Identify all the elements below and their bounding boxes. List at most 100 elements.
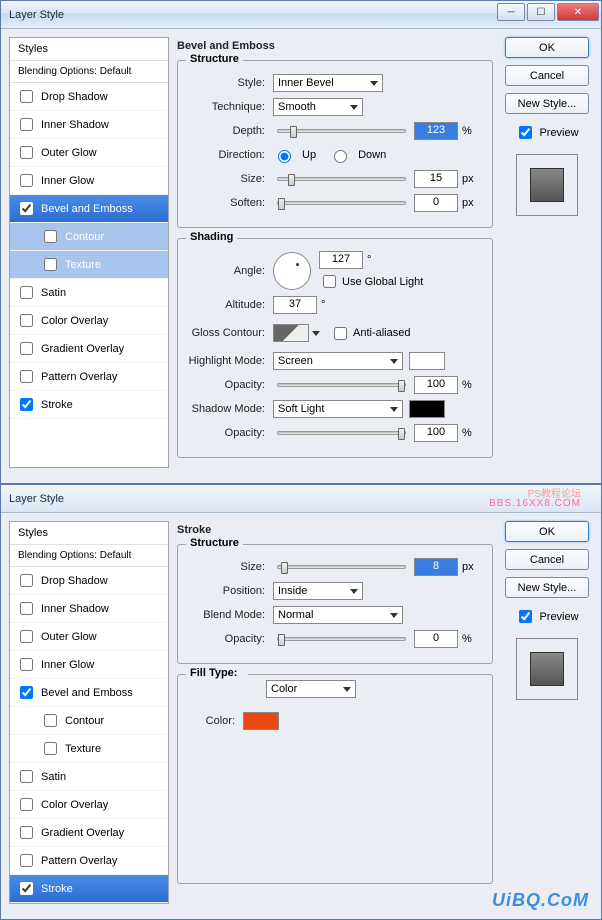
style-item-inner-glow[interactable]: Inner Glow xyxy=(10,651,168,679)
gloss-contour-picker[interactable] xyxy=(273,324,309,342)
style-item-inner-glow[interactable]: Inner Glow xyxy=(10,167,168,195)
shadow-mode-dropdown[interactable]: Soft Light xyxy=(273,400,403,418)
global-light-checkbox[interactable]: Use Global Light xyxy=(319,272,423,291)
style-item-texture[interactable]: Texture xyxy=(10,735,168,763)
checkbox[interactable] xyxy=(44,742,57,755)
technique-dropdown[interactable]: Smooth xyxy=(273,98,363,116)
highlight-mode-dropdown[interactable]: Screen xyxy=(273,352,403,370)
anti-aliased-checkbox[interactable] xyxy=(334,327,347,340)
style-item-inner-shadow[interactable]: Inner Shadow xyxy=(10,111,168,139)
shadow-color-swatch[interactable] xyxy=(409,400,445,418)
checkbox[interactable] xyxy=(20,118,33,131)
direction-up-radio[interactable] xyxy=(278,150,291,163)
stroke-color-swatch[interactable] xyxy=(243,712,279,730)
position-dropdown[interactable]: Inside xyxy=(273,582,363,600)
style-item-inner-shadow[interactable]: Inner Shadow xyxy=(10,595,168,623)
checkbox[interactable] xyxy=(20,770,33,783)
checkbox[interactable] xyxy=(44,258,57,271)
checkbox[interactable] xyxy=(20,882,33,895)
checkbox[interactable] xyxy=(20,686,33,699)
style-item-satin[interactable]: Satin xyxy=(10,763,168,791)
style-item-pattern-overlay[interactable]: Pattern Overlay xyxy=(10,363,168,391)
altitude-input[interactable]: 37 xyxy=(273,296,317,314)
close-button[interactable]: ✕ xyxy=(557,3,599,21)
opacity-input[interactable]: 0 xyxy=(414,630,458,648)
checkbox[interactable] xyxy=(20,798,33,811)
style-item-drop-shadow[interactable]: Drop Shadow xyxy=(10,83,168,111)
checkbox[interactable] xyxy=(20,630,33,643)
opacity-slider[interactable] xyxy=(277,637,406,641)
checkbox[interactable] xyxy=(20,314,33,327)
checkbox[interactable] xyxy=(20,602,33,615)
checkbox[interactable] xyxy=(20,826,33,839)
shadow-opacity-input[interactable]: 100 xyxy=(414,424,458,442)
blending-options-header[interactable]: Blending Options: Default xyxy=(10,61,168,83)
titlebar[interactable]: Layer Style PS教程论坛 BBS.16XX8.COM xyxy=(1,485,601,513)
blend-mode-dropdown[interactable]: Normal xyxy=(273,606,403,624)
checkbox[interactable] xyxy=(20,202,33,215)
checkbox[interactable] xyxy=(20,370,33,383)
size-slider[interactable] xyxy=(277,177,406,181)
preview-checkbox[interactable]: Preview xyxy=(515,607,578,626)
angle-input[interactable]: 127 xyxy=(319,251,363,269)
checkbox[interactable] xyxy=(44,714,57,727)
checkbox[interactable] xyxy=(20,574,33,587)
size-slider[interactable] xyxy=(277,565,406,569)
checkbox[interactable] xyxy=(20,854,33,867)
style-item-bevel-emboss[interactable]: Bevel and Emboss xyxy=(10,679,168,707)
ok-button[interactable]: OK xyxy=(505,521,589,542)
new-style-button[interactable]: New Style... xyxy=(505,93,589,114)
new-style-button[interactable]: New Style... xyxy=(505,577,589,598)
maximize-button[interactable]: ☐ xyxy=(527,3,555,21)
checkbox[interactable] xyxy=(20,90,33,103)
depth-input[interactable]: 123 xyxy=(414,122,458,140)
style-item-drop-shadow[interactable]: Drop Shadow xyxy=(10,567,168,595)
style-item-gradient-overlay[interactable]: Gradient Overlay xyxy=(10,335,168,363)
checkbox[interactable] xyxy=(20,174,33,187)
style-item-stroke[interactable]: Stroke xyxy=(10,391,168,419)
style-item-satin[interactable]: Satin xyxy=(10,279,168,307)
minimize-button[interactable]: ─ xyxy=(497,3,525,21)
style-item-outer-glow[interactable]: Outer Glow xyxy=(10,623,168,651)
style-item-contour[interactable]: Contour xyxy=(10,707,168,735)
style-item-outer-glow[interactable]: Outer Glow xyxy=(10,139,168,167)
blending-options-header[interactable]: Blending Options: Default xyxy=(10,545,168,567)
style-item-color-overlay[interactable]: Color Overlay xyxy=(10,791,168,819)
soften-input[interactable]: 0 xyxy=(414,194,458,212)
angle-dial[interactable] xyxy=(273,252,311,290)
style-item-contour[interactable]: Contour xyxy=(10,223,168,251)
highlight-opacity-slider[interactable] xyxy=(277,383,406,387)
style-dropdown[interactable]: Inner Bevel xyxy=(273,74,383,92)
preview-checkbox[interactable]: Preview xyxy=(515,123,578,142)
checkbox[interactable] xyxy=(20,658,33,671)
chevron-down-icon[interactable] xyxy=(312,331,320,336)
cancel-button[interactable]: Cancel xyxy=(505,65,589,86)
styles-header[interactable]: Styles xyxy=(10,522,168,545)
checkbox[interactable] xyxy=(20,146,33,159)
soften-slider[interactable] xyxy=(277,201,406,205)
highlight-opacity-input[interactable]: 100 xyxy=(414,376,458,394)
highlight-color-swatch[interactable] xyxy=(409,352,445,370)
direction-down-radio[interactable] xyxy=(334,150,347,163)
depth-slider[interactable] xyxy=(277,129,406,133)
ok-button[interactable]: OK xyxy=(505,37,589,58)
style-item-pattern-overlay[interactable]: Pattern Overlay xyxy=(10,847,168,875)
checkbox[interactable] xyxy=(20,286,33,299)
shadow-opacity-slider[interactable] xyxy=(277,431,406,435)
size-input[interactable]: 15 xyxy=(414,170,458,188)
titlebar[interactable]: Layer Style 火星时代 ─ ☐ ✕ xyxy=(1,1,601,29)
style-item-stroke[interactable]: Stroke xyxy=(10,875,168,903)
size-input[interactable]: 8 xyxy=(414,558,458,576)
checkbox[interactable] xyxy=(20,398,33,411)
fill-type-dropdown[interactable]: Color xyxy=(266,680,356,698)
checkbox[interactable] xyxy=(44,230,57,243)
cancel-button[interactable]: Cancel xyxy=(505,549,589,570)
style-item-gradient-overlay[interactable]: Gradient Overlay xyxy=(10,819,168,847)
checkbox[interactable] xyxy=(20,342,33,355)
size-label: Size: xyxy=(188,561,273,573)
style-item-color-overlay[interactable]: Color Overlay xyxy=(10,307,168,335)
style-item-texture[interactable]: Texture xyxy=(10,251,168,279)
styles-header[interactable]: Styles xyxy=(10,38,168,61)
gloss-contour-label: Gloss Contour: xyxy=(188,327,273,339)
style-item-bevel-emboss[interactable]: Bevel and Emboss xyxy=(10,195,168,223)
